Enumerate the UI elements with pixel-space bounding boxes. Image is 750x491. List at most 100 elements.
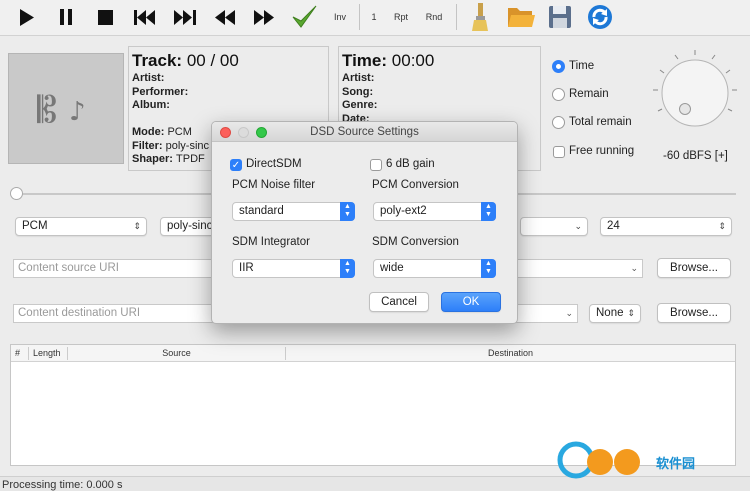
sdm-integrator-select[interactable]: IIR ▲ ▼ bbox=[232, 259, 355, 278]
chevron-down-icon: ⌄ bbox=[565, 308, 573, 318]
previous-button[interactable] bbox=[131, 3, 159, 31]
song-label: Song: bbox=[342, 85, 374, 98]
browse-source-button[interactable]: Browse... bbox=[657, 258, 731, 278]
track-format: Mode: PCM Filter: poly-sinc Shaper: TPDF bbox=[132, 126, 209, 167]
open-button[interactable] bbox=[505, 3, 537, 31]
fast-forward-button[interactable] bbox=[250, 3, 278, 31]
play-icon bbox=[20, 8, 34, 26]
toolbar-separator bbox=[456, 4, 457, 30]
column-number[interactable]: # bbox=[15, 348, 27, 358]
play-button[interactable] bbox=[14, 3, 40, 31]
sdm-conversion-value: wide bbox=[380, 262, 404, 274]
column-length[interactable]: Length bbox=[33, 348, 61, 358]
rewind-icon bbox=[215, 9, 235, 25]
svg-text:软件园: 软件园 bbox=[656, 456, 695, 472]
mode-select[interactable]: PCM ⇕ bbox=[15, 217, 147, 236]
chevron-updown-icon: ▲ ▼ bbox=[340, 202, 355, 221]
invert-button[interactable]: Inv bbox=[328, 3, 352, 31]
chevron-updown-icon: ▲ ▼ bbox=[340, 259, 355, 278]
column-destination-label: Destination bbox=[487, 348, 534, 358]
repeat-button[interactable]: Rpt bbox=[390, 3, 412, 31]
close-window-button[interactable] bbox=[220, 127, 231, 138]
ok-button[interactable]: OK bbox=[441, 292, 501, 312]
zoom-window-button[interactable] bbox=[256, 127, 267, 138]
time-radio[interactable] bbox=[552, 60, 565, 73]
pcm-conversion-select[interactable]: poly-ext2 ▲ ▼ bbox=[373, 202, 496, 221]
pcm-noise-filter-select[interactable]: standard ▲ ▼ bbox=[232, 202, 355, 221]
mode-value: PCM bbox=[167, 126, 192, 138]
pcm-conversion-value: poly-ext2 bbox=[380, 205, 427, 217]
refresh-button[interactable] bbox=[585, 3, 615, 31]
remain-radio[interactable] bbox=[552, 88, 565, 101]
bits-select[interactable]: 24 ⇕ bbox=[600, 217, 732, 236]
stop-icon bbox=[97, 9, 113, 25]
track-value: 00 / 00 bbox=[186, 51, 239, 70]
floppy-disk-icon bbox=[549, 6, 571, 28]
gain-label: 6 dB gain bbox=[386, 158, 435, 170]
free-running-checkbox[interactable] bbox=[553, 146, 565, 158]
pcm-conversion-label: PCM Conversion bbox=[372, 179, 459, 191]
column-source[interactable]: Source bbox=[68, 348, 285, 358]
skip-previous-icon bbox=[134, 9, 155, 25]
random-button[interactable]: Rnd bbox=[422, 3, 446, 31]
position-slider-thumb[interactable] bbox=[10, 187, 23, 200]
gain-checkbox[interactable] bbox=[370, 159, 382, 171]
album-label: Album: bbox=[132, 99, 170, 111]
knob-icon bbox=[653, 50, 737, 127]
watermark-icon: 软件园 bbox=[557, 441, 695, 479]
column-number-label: # bbox=[15, 348, 21, 358]
performer-label: Performer: bbox=[132, 85, 189, 98]
column-divider bbox=[28, 347, 29, 360]
bits-select-value: 24 bbox=[607, 220, 620, 232]
chevron-down-icon: ⌄ bbox=[574, 221, 582, 231]
check-icon: ✓ bbox=[231, 160, 241, 171]
chevron-down-icon: ⌄ bbox=[630, 263, 638, 273]
single-label: 1 bbox=[371, 12, 377, 22]
save-button[interactable] bbox=[546, 3, 574, 31]
pcm-noise-filter-label: PCM Noise filter bbox=[232, 179, 316, 191]
music-note-icon: 𝄡 ♪ bbox=[37, 90, 86, 131]
sdm-integrator-value: IIR bbox=[239, 262, 254, 274]
stop-button[interactable] bbox=[92, 3, 118, 31]
minimize-window-button[interactable] bbox=[238, 127, 249, 138]
time-radio-label: Time bbox=[569, 60, 595, 72]
destination-uri-placeholder: Content destination URI bbox=[18, 307, 141, 319]
chevron-updown-icon: ⇕ bbox=[718, 221, 726, 231]
track-tags: Artist: Performer: Album: bbox=[132, 72, 188, 113]
filter-value: poly-sinc bbox=[165, 139, 210, 152]
clear-button[interactable] bbox=[466, 3, 494, 31]
svg-text:𝄡: 𝄡 bbox=[37, 90, 57, 131]
single-button[interactable]: 1 bbox=[367, 3, 381, 31]
time-value: 00:00 bbox=[391, 51, 435, 70]
apply-button[interactable] bbox=[288, 3, 320, 31]
pcm-noise-filter-value: standard bbox=[239, 205, 284, 217]
pause-button[interactable] bbox=[53, 3, 79, 31]
destination-format-select[interactable]: None ⇕ bbox=[589, 304, 641, 323]
sdm-conversion-select[interactable]: wide ▲ ▼ bbox=[373, 259, 496, 278]
dsd-source-settings-dialog: DSD Source Settings ✓ DirectSDM 6 dB gai… bbox=[211, 121, 518, 324]
free-running-label: Free running bbox=[569, 145, 635, 157]
column-length-label: Length bbox=[33, 348, 61, 358]
volume-knob[interactable] bbox=[650, 48, 740, 138]
refresh-icon bbox=[588, 5, 612, 29]
browse-destination-button[interactable]: Browse... bbox=[657, 303, 731, 323]
artist-label: Artist: bbox=[132, 72, 165, 84]
cancel-button[interactable]: Cancel bbox=[369, 292, 429, 312]
rewind-button[interactable] bbox=[211, 3, 239, 31]
repeat-label: Rpt bbox=[393, 12, 408, 22]
sdm-conversion-label: SDM Conversion bbox=[372, 236, 459, 248]
direct-sdm-checkbox[interactable]: ✓ bbox=[230, 159, 242, 171]
skip-next-icon bbox=[174, 9, 196, 25]
volume-readout: -60 dBFS [+] bbox=[663, 150, 728, 162]
checkmark-icon bbox=[292, 5, 317, 28]
time-label: Time: bbox=[342, 51, 388, 70]
album-art: 𝄡 ♪ bbox=[8, 53, 124, 164]
toolbar-separator bbox=[359, 4, 360, 30]
rate-select[interactable]: ⌄ bbox=[520, 217, 588, 236]
total-remain-radio[interactable] bbox=[552, 116, 565, 129]
browse-label: Browse... bbox=[670, 307, 718, 319]
next-button[interactable] bbox=[171, 3, 199, 31]
column-destination[interactable]: Destination bbox=[286, 348, 735, 358]
mode-label: Mode: bbox=[132, 126, 165, 138]
chevron-updown-icon: ⇕ bbox=[133, 221, 141, 231]
